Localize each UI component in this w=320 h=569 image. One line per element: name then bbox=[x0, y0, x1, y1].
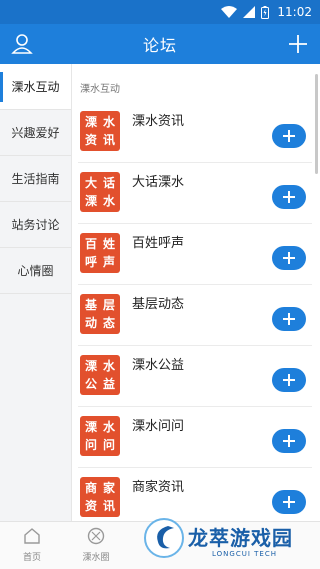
forum-title: 基层动态 bbox=[132, 297, 185, 312]
sidebar-item-xingqu-aihao[interactable]: 兴趣爱好 bbox=[0, 110, 71, 156]
scrollbar[interactable] bbox=[315, 74, 318, 174]
forum-badge: 溧水公益 bbox=[80, 355, 120, 395]
follow-button[interactable] bbox=[272, 307, 306, 331]
forum-title: 溧水公益 bbox=[132, 358, 185, 373]
app-header: 论坛 bbox=[0, 24, 320, 64]
sidebar-item-xinqing-quan[interactable]: 心情圈 bbox=[0, 248, 71, 294]
forum-row[interactable]: 溧水问问 溧水问问 bbox=[72, 407, 312, 468]
forum-row[interactable]: 基层动态 基层动态 bbox=[72, 285, 312, 346]
forum-row[interactable]: 溧水资讯 溧水资讯 bbox=[72, 102, 312, 163]
follow-button[interactable] bbox=[272, 368, 306, 392]
plus-icon bbox=[283, 496, 295, 508]
forum-row[interactable]: 百姓呼声 百姓呼声 bbox=[72, 224, 312, 285]
forum-title: 大话溧水 bbox=[132, 175, 185, 190]
signal-icon bbox=[243, 6, 256, 18]
plus-icon bbox=[289, 35, 307, 53]
forum-title: 商家资讯 bbox=[132, 480, 185, 495]
home-icon bbox=[24, 528, 40, 544]
forum-badge: 溧水资讯 bbox=[80, 111, 120, 151]
status-time: 11:02 bbox=[277, 5, 312, 19]
plus-icon bbox=[283, 252, 295, 264]
sidebar-item-shenghuo-zhinan[interactable]: 生活指南 bbox=[0, 156, 71, 202]
follow-button[interactable] bbox=[272, 429, 306, 453]
forum-badge: 溧水问问 bbox=[80, 416, 120, 456]
sidebar-item-zhanwu-taolun[interactable]: 站务讨论 bbox=[0, 202, 71, 248]
watermark-text: 龙萃游戏园 bbox=[188, 526, 293, 550]
forum-badge: 基层动态 bbox=[80, 294, 120, 334]
wifi-icon bbox=[221, 6, 238, 18]
watermark-subtext: LONGCUI TECH bbox=[212, 550, 277, 558]
forum-title: 溧水问问 bbox=[132, 419, 185, 434]
category-sidebar: 溧水互动 兴趣爱好 生活指南 站务讨论 心情圈 bbox=[0, 64, 72, 521]
plus-icon bbox=[283, 435, 295, 447]
circle-icon bbox=[87, 527, 105, 545]
plus-icon bbox=[283, 374, 295, 386]
forum-title: 溧水资讯 bbox=[132, 114, 185, 129]
forum-badge: 商家资讯 bbox=[80, 477, 120, 517]
sidebar-item-lishui-hudong[interactable]: 溧水互动 bbox=[0, 64, 71, 110]
forum-list[interactable]: 溧水互动 溧水资讯 溧水资讯 大话溧水 大话溧水 百姓呼声 百姓呼声 基 层 动… bbox=[72, 64, 320, 521]
watermark-logo: 龙萃游戏园 LONGCUI TECH bbox=[140, 510, 320, 569]
status-bar: 11:02 bbox=[0, 0, 320, 24]
nav-item-circle[interactable]: 溧水圈 bbox=[66, 526, 126, 563]
battery-icon bbox=[261, 5, 270, 19]
page-title: 论坛 bbox=[142, 36, 177, 55]
user-icon[interactable] bbox=[10, 32, 34, 56]
follow-button[interactable] bbox=[272, 246, 306, 270]
forum-badge: 大话溧水 bbox=[80, 172, 120, 212]
section-label: 溧水互动 bbox=[80, 84, 120, 95]
nav-item-home[interactable]: 首页 bbox=[2, 526, 62, 563]
forum-row[interactable]: 大话溧水 大话溧水 bbox=[72, 163, 312, 224]
plus-icon bbox=[283, 130, 295, 142]
forum-row[interactable]: 溧水公益 溧水公益 bbox=[72, 346, 312, 407]
follow-button[interactable] bbox=[272, 185, 306, 209]
logo-icon bbox=[144, 518, 184, 558]
add-post-button[interactable] bbox=[286, 32, 310, 56]
forum-title: 百姓呼声 bbox=[132, 236, 185, 251]
forum-badge: 百姓呼声 bbox=[80, 233, 120, 273]
follow-button[interactable] bbox=[272, 124, 306, 148]
app-root: 11:02 论坛 溧水互动 兴趣爱好 生活指南 站务讨论 心情圈 溧水互动 溧水… bbox=[0, 0, 320, 569]
plus-icon bbox=[283, 191, 295, 203]
plus-icon bbox=[283, 313, 295, 325]
